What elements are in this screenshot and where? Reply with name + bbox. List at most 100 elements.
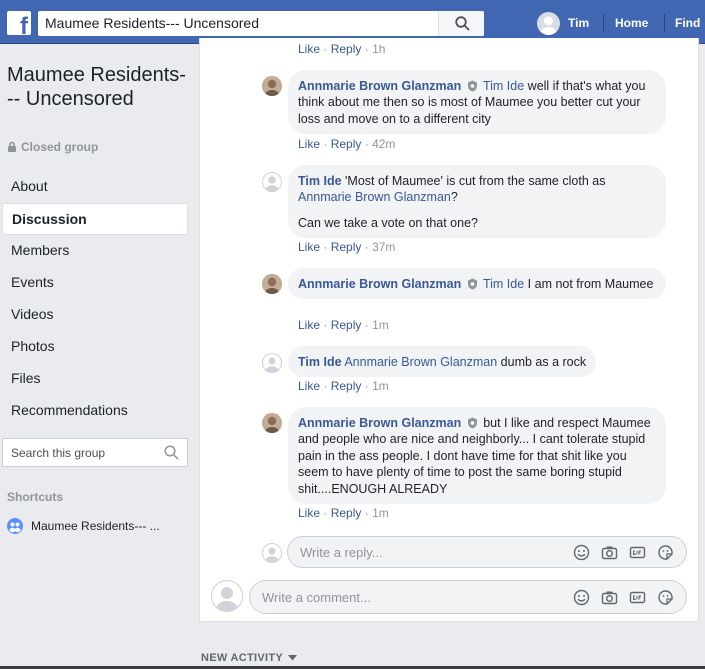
sticker-icon[interactable] xyxy=(657,589,674,606)
camera-icon[interactable] xyxy=(601,589,618,606)
comment-time[interactable]: 1m xyxy=(372,318,389,332)
nav-about[interactable]: About xyxy=(2,171,188,203)
group-search-input[interactable]: Search this group xyxy=(2,438,188,467)
gif-icon[interactable] xyxy=(629,589,646,606)
reply-link[interactable]: Reply xyxy=(331,318,362,332)
nav-events[interactable]: Events xyxy=(2,267,188,299)
mention-link[interactable]: Annmarie Brown Glanzman xyxy=(298,190,451,204)
profile-name: Tim xyxy=(568,16,590,30)
sticker-icon[interactable] xyxy=(657,544,674,561)
gif-icon[interactable] xyxy=(629,544,646,561)
comment-time[interactable]: 1m xyxy=(372,506,389,520)
separator: · xyxy=(323,42,328,56)
separator: · xyxy=(364,506,369,520)
comment-author[interactable]: Tim Ide xyxy=(298,355,342,369)
commenter-avatar[interactable] xyxy=(262,274,282,294)
nav-members[interactable]: Members xyxy=(2,235,188,267)
commenter-avatar[interactable] xyxy=(262,172,282,192)
comment-text: 'Most of Maumee' is cut from the same cl… xyxy=(345,174,606,188)
comment-bubble: Tim Ide 'Most of Maumee' is cut from the… xyxy=(288,165,666,239)
lock-icon xyxy=(8,141,16,152)
shortcut-label: Maumee Residents--- ... xyxy=(31,519,160,533)
comment-actions: Like · Reply · 42m xyxy=(298,137,395,151)
new-activity-label: NEW ACTIVITY xyxy=(201,652,284,664)
emoji-icon[interactable] xyxy=(573,589,590,606)
comment-text: I am not from Maumee xyxy=(527,277,654,291)
separator: · xyxy=(323,240,328,254)
like-link[interactable]: Like xyxy=(298,379,320,393)
camera-icon[interactable] xyxy=(601,544,618,561)
comment-time[interactable]: 42m xyxy=(372,137,395,151)
like-link[interactable]: Like xyxy=(298,240,320,254)
divider xyxy=(603,14,604,32)
nav-discussion[interactable]: Discussion xyxy=(2,203,188,235)
comment-bubble: Annmarie Brown Glanzman but I like and r… xyxy=(288,407,666,505)
comment-author[interactable]: Tim Ide xyxy=(298,174,342,188)
composer-tools xyxy=(573,589,674,606)
separator: · xyxy=(323,318,328,332)
like-link[interactable]: Like xyxy=(298,42,320,56)
composer-tools xyxy=(573,544,674,561)
divider xyxy=(664,14,665,32)
global-search-input[interactable]: Maumee Residents--- Uncensored xyxy=(38,11,484,36)
separator: · xyxy=(364,318,369,332)
reply-placeholder: Write a reply... xyxy=(300,545,383,560)
moderator-badge-icon xyxy=(467,278,477,290)
reply-link[interactable]: Reply xyxy=(331,240,362,254)
comment-bubble: Annmarie Brown Glanzman Tim Ide I am not… xyxy=(288,268,666,300)
comment-input[interactable]: Write a comment... xyxy=(249,580,687,614)
comment-author[interactable]: Annmarie Brown Glanzman xyxy=(298,79,461,93)
reply-link[interactable]: Reply xyxy=(331,506,362,520)
nav-photos[interactable]: Photos xyxy=(2,331,188,363)
reply-link[interactable]: Reply xyxy=(331,42,362,56)
separator: · xyxy=(364,137,369,151)
group-title[interactable]: Maumee Residents--- Uncensored xyxy=(7,63,187,111)
comment-author[interactable]: Annmarie Brown Glanzman xyxy=(298,277,461,291)
reply-input[interactable]: Write a reply... xyxy=(287,536,687,568)
avatar xyxy=(537,12,560,35)
find-friends-link[interactable]: Find xyxy=(675,16,700,30)
nav-recommendations[interactable]: Recommendations xyxy=(2,395,188,427)
search-button[interactable] xyxy=(438,11,484,36)
commenter-avatar[interactable] xyxy=(262,413,282,433)
like-link[interactable]: Like xyxy=(298,318,320,332)
separator: · xyxy=(323,506,328,520)
commenter-avatar[interactable] xyxy=(262,76,282,96)
comment-author[interactable]: Annmarie Brown Glanzman xyxy=(298,416,461,430)
reply-link[interactable]: Reply xyxy=(331,379,362,393)
separator: · xyxy=(323,379,328,393)
facebook-logo-icon[interactable]: f xyxy=(7,11,31,35)
moderator-badge-icon xyxy=(467,417,477,429)
group-privacy: Closed group xyxy=(7,140,98,154)
like-link[interactable]: Like xyxy=(298,137,320,151)
comment-bubble: Annmarie Brown Glanzman Tim Ide well if … xyxy=(288,70,666,135)
comment-actions: Like · Reply · 1h xyxy=(298,42,385,56)
commenter-avatar[interactable] xyxy=(262,353,282,373)
comment-time[interactable]: 1m xyxy=(372,379,389,393)
comment-time[interactable]: 1h xyxy=(372,42,385,56)
group-nav: About Discussion Members Events Videos P… xyxy=(2,171,188,427)
comment-placeholder: Write a comment... xyxy=(262,590,371,605)
composer-avatar xyxy=(211,580,243,612)
mention-link[interactable]: Tim Ide xyxy=(483,79,524,93)
home-link[interactable]: Home xyxy=(615,16,648,30)
comment-actions: Like · Reply · 37m xyxy=(298,240,395,254)
search-icon[interactable] xyxy=(164,445,179,460)
shortcut-item[interactable]: Maumee Residents--- ... xyxy=(7,518,160,534)
mention-link[interactable]: Annmarie Brown Glanzman xyxy=(344,355,497,369)
like-link[interactable]: Like xyxy=(298,506,320,520)
shortcuts-heading: Shortcuts xyxy=(7,490,64,504)
nav-videos[interactable]: Videos xyxy=(2,299,188,331)
emoji-icon[interactable] xyxy=(573,544,590,561)
comment-text: dumb as a rock xyxy=(500,355,587,369)
new-activity-toggle[interactable]: NEW ACTIVITY xyxy=(201,652,298,664)
nav-files[interactable]: Files xyxy=(2,363,188,395)
comment-time[interactable]: 37m xyxy=(372,240,395,254)
chevron-down-icon xyxy=(288,655,298,661)
group-icon xyxy=(7,518,23,534)
comment-bubble: Tim Ide Annmarie Brown Glanzman dumb as … xyxy=(288,346,597,378)
comments-card: Like · Reply · 1h Annmarie Brown Glanzma… xyxy=(199,38,699,622)
separator: · xyxy=(323,137,328,151)
mention-link[interactable]: Tim Ide xyxy=(483,277,524,291)
reply-link[interactable]: Reply xyxy=(331,137,362,151)
